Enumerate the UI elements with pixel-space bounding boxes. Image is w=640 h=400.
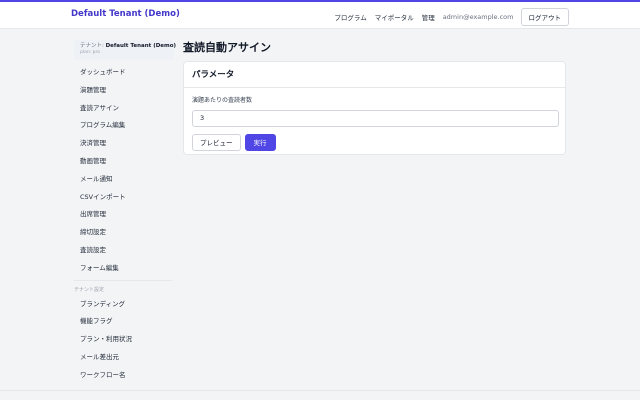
tenant-line: テナント: Default Tenant (Demo): [80, 43, 176, 50]
sidebar-item-videos[interactable]: 動画管理: [74, 153, 174, 171]
sidebar-item-form-edit[interactable]: フォーム編集: [74, 260, 174, 278]
preview-button[interactable]: プレビュー: [192, 133, 241, 151]
sidebar-item-csv-import[interactable]: CSVインポート: [74, 189, 174, 207]
logout-button[interactable]: ログアウト: [520, 8, 569, 26]
sidebar-item-payments[interactable]: 決済管理: [74, 135, 174, 153]
sidebar-item-plan-usage[interactable]: プラン・利用状況: [74, 331, 174, 349]
settings-menu: ブランディング 機能フラグ プラン・利用状況 メール差出元 ワークフロー名: [74, 296, 174, 385]
reviewers-per-abstract-label: 演題あたりの査読者数: [192, 97, 253, 104]
sidebar-item-mail[interactable]: メール通知: [74, 171, 174, 189]
nav-link-my-portal[interactable]: マイポータル: [375, 12, 414, 22]
sidebar-item-program-edit[interactable]: プログラム編集: [74, 117, 174, 135]
sidebar-item-abstracts[interactable]: 演題管理: [74, 82, 174, 100]
nav-link-admin[interactable]: 管理: [422, 12, 435, 22]
sidebar-item-review-assign[interactable]: 査読アサイン: [74, 100, 174, 118]
tenant-name: Default Tenant (Demo): [105, 43, 177, 49]
sidebar-divider: [74, 279, 172, 281]
card-body: 演題あたりの査読者数 プレビュー 実行: [184, 88, 565, 158]
run-button[interactable]: 実行: [244, 133, 276, 151]
sidebar-item-attendance[interactable]: 出席管理: [74, 206, 174, 224]
sidebar-section-label: テナント設定: [74, 286, 105, 293]
user-email: admin@example.com: [442, 13, 514, 21]
sidebar-item-branding[interactable]: ブランディング: [74, 296, 174, 314]
nav-link-program[interactable]: プログラム: [334, 12, 366, 22]
sidebar-item-dashboard[interactable]: ダッシュボード: [74, 64, 174, 82]
sidebar-item-workflow-name[interactable]: ワークフロー名: [74, 367, 174, 385]
sidebar-item-deadlines[interactable]: 締切設定: [74, 224, 174, 242]
button-row: プレビュー 実行: [192, 133, 557, 151]
tenant-info: テナント: Default Tenant (Demo) plan: pro: [74, 40, 176, 60]
top-header: Default Tenant (Demo) プログラム マイポータル 管理 ad…: [0, 2, 640, 29]
sidebar-menu: ダッシュボード 演題管理 査読アサイン プログラム編集 決済管理 動画管理 メー…: [74, 64, 174, 278]
top-nav: プログラム マイポータル 管理 admin@example.com ログアウト: [326, 8, 569, 26]
tenant-plan: plan: pro: [80, 50, 101, 55]
sidebar-item-review-settings[interactable]: 査読設定: [74, 242, 174, 260]
main-content: 査読自動アサイン パラメータ 演題あたりの査読者数 プレビュー 実行: [183, 39, 566, 155]
parameters-card: パラメータ 演題あたりの査読者数 プレビュー 実行: [183, 61, 566, 155]
card-title: パラメータ: [184, 62, 565, 88]
page-footer: [0, 390, 640, 400]
sidebar-item-feature-flags[interactable]: 機能フラグ: [74, 313, 174, 331]
page-title: 査読自動アサイン: [183, 41, 271, 54]
brand-title[interactable]: Default Tenant (Demo): [71, 9, 180, 19]
sidebar: テナント: Default Tenant (Demo) plan: pro ダッ…: [74, 40, 176, 385]
reviewers-per-abstract-input[interactable]: [192, 109, 559, 127]
tenant-prefix: テナント:: [80, 43, 106, 49]
sidebar-item-mail-sender[interactable]: メール差出元: [74, 349, 174, 367]
